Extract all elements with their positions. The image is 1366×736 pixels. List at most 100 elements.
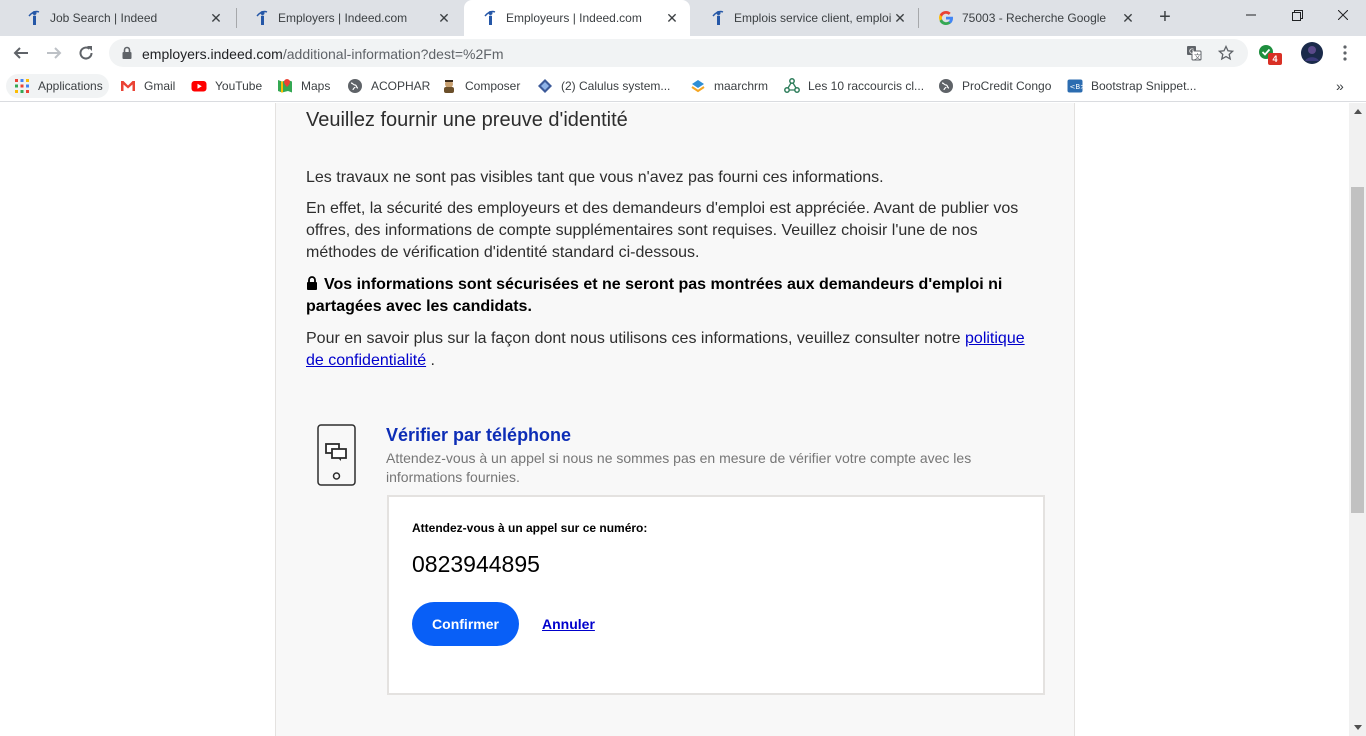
lock-icon bbox=[307, 276, 317, 290]
bookmark-raccourcis[interactable]: Les 10 raccourcis cl... bbox=[784, 74, 924, 98]
tab-close-icon[interactable]: ✕ bbox=[664, 10, 680, 26]
bookmark-acophar[interactable]: ACOPHAR bbox=[347, 74, 430, 98]
verification-card: Veuillez fournir une preuve d'identité L… bbox=[275, 103, 1075, 736]
back-arrow-icon[interactable] bbox=[9, 41, 33, 65]
forward-arrow-icon[interactable] bbox=[42, 41, 66, 65]
globe-icon bbox=[939, 79, 953, 93]
address-bar[interactable]: employers.indeed.com/additional-informat… bbox=[109, 39, 1248, 67]
privacy-suffix: . bbox=[426, 352, 435, 369]
star-bookmark-icon[interactable] bbox=[1218, 45, 1234, 61]
translate-icon[interactable]: G文 bbox=[1186, 45, 1202, 61]
lock-icon bbox=[122, 46, 132, 59]
bookmark-youtube[interactable]: YouTube bbox=[191, 74, 262, 98]
bookmark-calculus[interactable]: (2) Calulus system... bbox=[537, 74, 670, 98]
privacy-text: Pour en savoir plus sur la façon dont no… bbox=[306, 328, 1036, 372]
explanation-text: En effet, la sécurité des employeurs et … bbox=[306, 200, 1019, 261]
page-title: Veuillez fournir une preuve d'identité bbox=[306, 109, 628, 131]
bookmark-label: Maps bbox=[301, 79, 331, 93]
tab-strip: Job Search | Indeed ✕ Employers | Indeed… bbox=[0, 0, 1366, 36]
reload-icon[interactable] bbox=[74, 41, 98, 65]
tab-title: Employeurs | Indeed.com bbox=[506, 11, 642, 25]
bookmark-label: YouTube bbox=[215, 79, 263, 93]
cancel-link[interactable]: Annuler bbox=[542, 616, 595, 632]
close-window-icon[interactable] bbox=[1320, 0, 1366, 30]
apps-grid-icon bbox=[15, 79, 29, 93]
bookmarks-overflow-chevron-icon[interactable]: » bbox=[1336, 74, 1344, 98]
bookmark-label: ACOPHAR bbox=[371, 79, 431, 93]
restore-window-icon[interactable] bbox=[1274, 0, 1320, 30]
privacy-prefix: Pour en savoir plus sur la façon dont no… bbox=[306, 330, 966, 347]
bookmark-label: (2) Calulus system... bbox=[561, 79, 671, 93]
google-icon bbox=[939, 11, 953, 25]
tab-google-search[interactable]: 75003 - Recherche Google ✕ bbox=[920, 0, 1146, 36]
new-tab-plus-icon[interactable]: + bbox=[1154, 6, 1176, 28]
indeed-icon bbox=[28, 10, 40, 25]
bookmark-label: Applications bbox=[38, 79, 103, 93]
maps-icon bbox=[278, 79, 292, 93]
tab-employers[interactable]: Employers | Indeed.com ✕ bbox=[236, 0, 462, 36]
tab-employeurs-active[interactable]: Employeurs | Indeed.com ✕ bbox=[464, 0, 690, 36]
tab-title: Emplois service client, emploi | bbox=[734, 11, 892, 25]
tab-close-icon[interactable]: ✕ bbox=[892, 10, 908, 26]
svg-text:文: 文 bbox=[1194, 52, 1201, 61]
indeed-icon bbox=[712, 10, 724, 25]
tab-close-icon[interactable]: ✕ bbox=[208, 10, 224, 26]
bookmark-bootstrap[interactable]: <B> Bootstrap Snippet... bbox=[1067, 74, 1196, 98]
vertical-scrollbar[interactable] bbox=[1349, 103, 1366, 736]
url-path: /additional-information?dest=%2Fm bbox=[282, 46, 504, 62]
security-note-text: Vos informations sont sécurisées et ne s… bbox=[306, 276, 1003, 315]
gmail-icon bbox=[121, 81, 135, 91]
bookmark-applications[interactable]: Applications bbox=[6, 74, 109, 98]
bookmark-label: Bootstrap Snippet... bbox=[1091, 79, 1197, 93]
tab-title: Employers | Indeed.com bbox=[278, 11, 408, 25]
maarch-icon bbox=[691, 80, 705, 93]
scrollbar-thumb[interactable] bbox=[1351, 187, 1364, 513]
composer-icon bbox=[444, 80, 454, 93]
tab-close-icon[interactable]: ✕ bbox=[436, 10, 452, 26]
network-icon bbox=[784, 78, 800, 93]
bookmark-maps[interactable]: Maps bbox=[277, 74, 330, 98]
bootstrap-icon: <B> bbox=[1067, 79, 1084, 93]
bookmark-composer[interactable]: Composer bbox=[441, 74, 520, 98]
bookmark-label: Les 10 raccourcis cl... bbox=[808, 79, 925, 93]
globe-icon bbox=[348, 79, 362, 93]
extension-badge: 4 bbox=[1268, 53, 1282, 65]
verify-by-phone-description: Attendez-vous à un appel si nous ne somm… bbox=[386, 450, 972, 485]
tab-title: Job Search | Indeed bbox=[50, 11, 158, 25]
calculus-icon bbox=[538, 79, 552, 93]
bookmarks-bar: Applications Gmail YouTube Maps ACOPHAR … bbox=[0, 70, 1366, 102]
bookmark-label: maarchrm bbox=[714, 79, 769, 93]
bookmark-maarchrm[interactable]: maarchrm bbox=[690, 74, 768, 98]
svg-text:<B>: <B> bbox=[1070, 83, 1084, 91]
security-note: Vos informations sont sécurisées et ne s… bbox=[306, 274, 1036, 318]
browser-toolbar: employers.indeed.com/additional-informat… bbox=[0, 36, 1366, 70]
tab-title: 75003 - Recherche Google bbox=[962, 11, 1107, 25]
tab-emplois-service-client[interactable]: Emplois service client, emploi | ✕ bbox=[692, 0, 918, 36]
bookmark-label: Composer bbox=[465, 79, 521, 93]
phone-verification-icon bbox=[317, 424, 356, 486]
avatar[interactable] bbox=[1300, 41, 1324, 65]
youtube-icon bbox=[191, 81, 207, 92]
tab-close-icon[interactable]: ✕ bbox=[1120, 10, 1136, 26]
tab-separator bbox=[918, 8, 919, 28]
verify-by-phone-title[interactable]: Vérifier par téléphone bbox=[386, 425, 571, 446]
bookmark-gmail[interactable]: Gmail bbox=[120, 74, 175, 98]
confirm-button[interactable]: Confirmer bbox=[412, 602, 519, 646]
page-viewport: Veuillez fournir une preuve d'identité L… bbox=[0, 103, 1349, 736]
indeed-icon bbox=[484, 10, 496, 25]
kebab-menu-icon[interactable] bbox=[1333, 41, 1357, 65]
phone-confirmation-box: Attendez-vous à un appel sur ce numéro: … bbox=[387, 495, 1045, 695]
bookmark-label: Gmail bbox=[144, 79, 176, 93]
phone-number-value: 0823944895 bbox=[412, 551, 540, 577]
minimize-icon[interactable] bbox=[1228, 0, 1274, 30]
scroll-up-arrow-icon[interactable] bbox=[1349, 103, 1366, 120]
bookmark-procredit[interactable]: ProCredit Congo bbox=[938, 74, 1051, 98]
url-host: employers.indeed.com bbox=[142, 46, 283, 62]
intro-text: Les travaux ne sont pas visibles tant qu… bbox=[306, 169, 884, 186]
scroll-down-arrow-icon[interactable] bbox=[1349, 719, 1366, 736]
call-number-label: Attendez-vous à un appel sur ce numéro: bbox=[412, 521, 648, 535]
url-text[interactable]: employers.indeed.com/additional-informat… bbox=[142, 46, 503, 62]
tab-job-search[interactable]: Job Search | Indeed ✕ bbox=[8, 0, 234, 36]
bookmark-label: ProCredit Congo bbox=[962, 79, 1052, 93]
indeed-icon bbox=[256, 10, 268, 25]
